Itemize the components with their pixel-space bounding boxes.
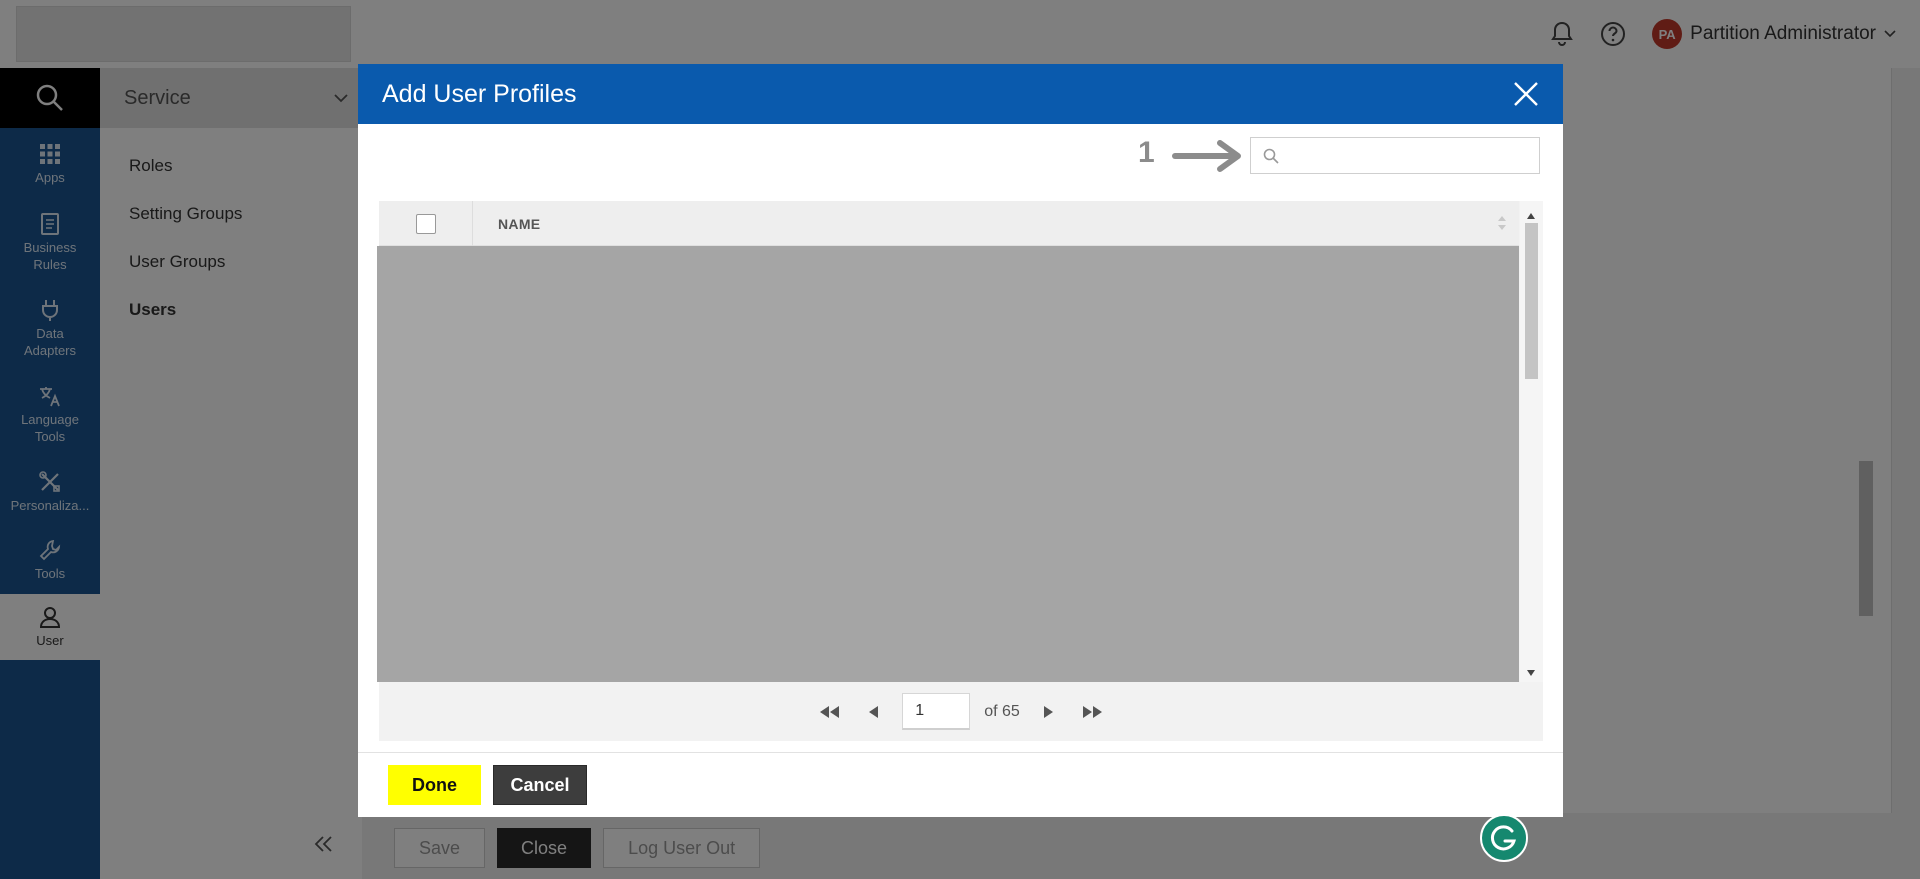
grid-body [377, 246, 1519, 682]
scroll-thumb[interactable] [1525, 223, 1538, 379]
search-field[interactable] [1250, 137, 1540, 174]
last-page-icon[interactable] [1078, 697, 1108, 727]
page-number-input[interactable] [902, 693, 971, 730]
modal-title: Add User Profiles [382, 79, 577, 108]
scroll-down-icon[interactable] [1526, 664, 1536, 682]
column-header-label: NAME [498, 215, 541, 232]
grid-header: NAME [379, 201, 1519, 246]
page-count-text: of 65 [984, 702, 1020, 720]
sort-icon[interactable] [1497, 215, 1507, 234]
pager: of 65 [379, 682, 1543, 741]
search-row: 1 [358, 124, 1563, 204]
select-all-checkbox[interactable] [415, 213, 436, 234]
search-icon [1263, 148, 1279, 164]
modal-header: Add User Profiles [358, 64, 1563, 124]
prev-page-icon[interactable] [858, 697, 888, 727]
search-input[interactable] [1285, 141, 1533, 170]
grammarly-icon[interactable] [1480, 814, 1528, 862]
annotation-arrow-icon [1172, 138, 1248, 179]
modal-footer: Done Cancel [358, 752, 1563, 817]
column-header-name[interactable]: NAME [473, 201, 1519, 246]
done-button[interactable]: Done [388, 765, 481, 805]
cancel-button[interactable]: Cancel [493, 765, 587, 805]
close-icon[interactable] [1511, 79, 1541, 109]
annotation-step-number: 1 [1138, 136, 1155, 169]
grid-scrollbar[interactable] [1520, 201, 1543, 682]
add-user-profiles-dialog: Add User Profiles 1 NAME 1 of 65 Done Ca… [358, 64, 1563, 817]
next-page-icon[interactable] [1034, 697, 1064, 727]
user-profiles-grid: NAME of 65 [377, 201, 1543, 741]
select-all-cell [379, 201, 473, 246]
first-page-icon[interactable] [814, 697, 844, 727]
